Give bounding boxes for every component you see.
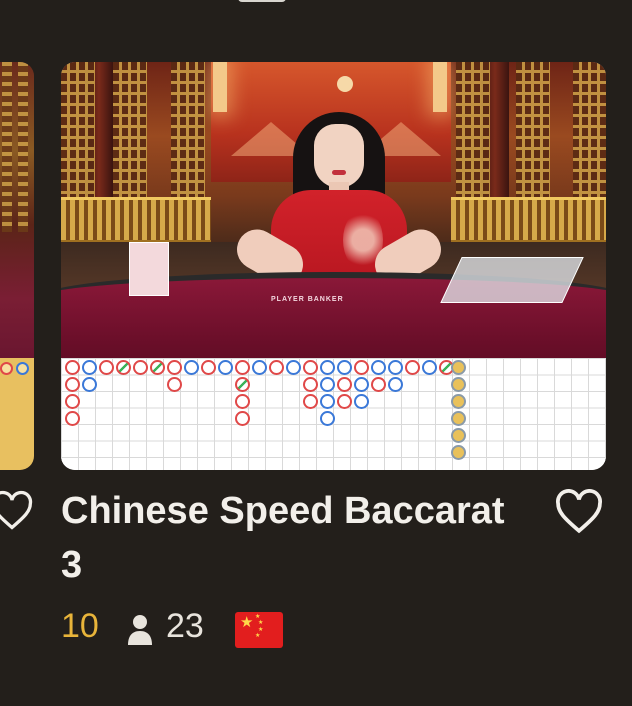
flag-star-icon: ★ bbox=[255, 632, 261, 639]
live-video-thumbnail: PLAYER BANKER bbox=[61, 62, 606, 358]
bead-road bbox=[61, 358, 606, 470]
table-label: PLAYER BANKER bbox=[271, 296, 344, 303]
min-bet-value: 10 bbox=[61, 607, 99, 645]
gold-bead bbox=[451, 394, 466, 409]
user-icon bbox=[128, 615, 152, 645]
gold-bead bbox=[451, 428, 466, 443]
game-card[interactable]: PLAYER BANKER bbox=[61, 62, 606, 470]
banker-bead bbox=[337, 377, 352, 392]
banker-bead bbox=[201, 360, 216, 375]
gold-bead bbox=[451, 445, 466, 460]
gold-bead bbox=[451, 411, 466, 426]
china-flag-icon: ★ ★ ★ ★ ★ bbox=[235, 612, 283, 648]
banker-bead bbox=[235, 411, 250, 426]
banker-bead bbox=[65, 394, 80, 409]
player-bead bbox=[82, 360, 97, 375]
player-bead bbox=[388, 377, 403, 392]
player-bead bbox=[82, 377, 97, 392]
tie-bead bbox=[116, 360, 131, 375]
player-bead bbox=[184, 360, 199, 375]
previous-game-card[interactable] bbox=[0, 62, 34, 470]
banker-bead bbox=[303, 377, 318, 392]
previous-heart-icon[interactable] bbox=[0, 490, 34, 532]
gold-railing bbox=[61, 197, 211, 243]
lantern bbox=[433, 62, 447, 112]
banker-bead bbox=[235, 394, 250, 409]
banker-bead bbox=[65, 360, 80, 375]
player-count: 23 bbox=[166, 607, 204, 645]
player-bead bbox=[337, 360, 352, 375]
banker-bead bbox=[269, 360, 284, 375]
player-bead bbox=[320, 377, 335, 392]
player-bead bbox=[371, 360, 386, 375]
player-bead bbox=[320, 394, 335, 409]
player-bead bbox=[354, 394, 369, 409]
player-bead bbox=[422, 360, 437, 375]
lantern bbox=[213, 62, 227, 112]
banker-bead bbox=[371, 377, 386, 392]
player-bead bbox=[354, 377, 369, 392]
banker-bead bbox=[99, 360, 114, 375]
dealer-face bbox=[314, 124, 364, 188]
player-bead bbox=[388, 360, 403, 375]
banker-bead bbox=[303, 394, 318, 409]
flag-star-icon: ★ bbox=[240, 613, 254, 631]
gold-bead bbox=[451, 360, 466, 375]
gold-railing bbox=[451, 197, 606, 243]
player-bead bbox=[218, 360, 233, 375]
card-shoe bbox=[440, 257, 584, 303]
player-bead bbox=[252, 360, 267, 375]
game-title[interactable]: Chinese Speed Baccarat 3 bbox=[61, 484, 531, 592]
roadmap-bead bbox=[16, 362, 29, 375]
favorite-heart-icon[interactable] bbox=[552, 489, 606, 535]
dealer-lips bbox=[332, 170, 346, 175]
tie-bead bbox=[150, 360, 165, 375]
scroll-indicator bbox=[238, 0, 286, 2]
roadmap-bead bbox=[0, 362, 13, 375]
player-bead bbox=[320, 411, 335, 426]
banker-bead bbox=[405, 360, 420, 375]
banker-bead bbox=[167, 377, 182, 392]
gold-bead bbox=[451, 377, 466, 392]
moon-painting bbox=[337, 76, 353, 92]
player-bead bbox=[320, 360, 335, 375]
previous-game-video bbox=[0, 62, 34, 358]
banker-bead bbox=[303, 360, 318, 375]
banker-bead bbox=[167, 360, 182, 375]
banker-bead bbox=[354, 360, 369, 375]
lattice-decoration bbox=[18, 62, 28, 232]
previous-game-roadmap bbox=[0, 358, 34, 470]
card-discard-tray bbox=[129, 242, 169, 296]
banker-bead bbox=[133, 360, 148, 375]
banker-bead bbox=[65, 377, 80, 392]
banker-bead bbox=[65, 411, 80, 426]
banker-bead bbox=[337, 394, 352, 409]
lattice-decoration bbox=[2, 62, 12, 232]
tie-bead bbox=[235, 377, 250, 392]
banker-bead bbox=[235, 360, 250, 375]
player-bead bbox=[286, 360, 301, 375]
